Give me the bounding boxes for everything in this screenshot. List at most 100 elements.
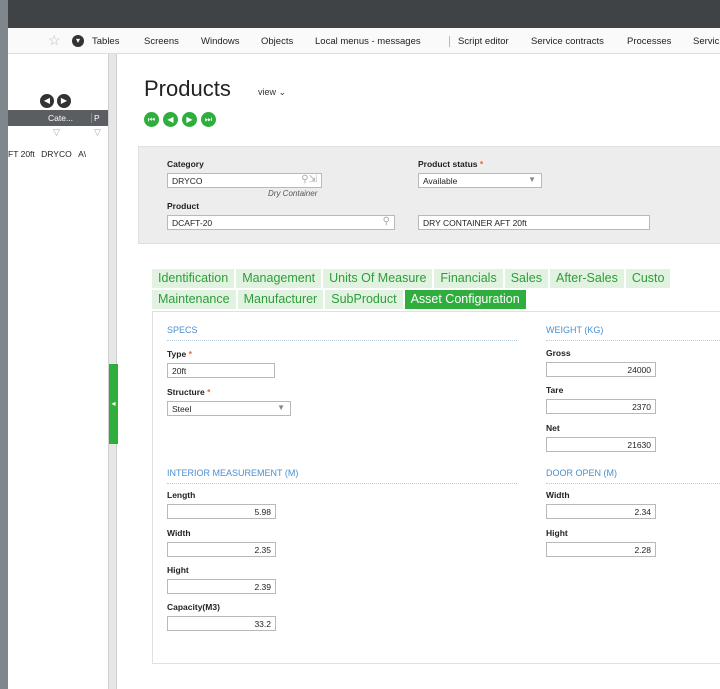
door-hight-value: 2.28	[634, 545, 651, 555]
tab-after-sales[interactable]: After-Sales	[549, 269, 624, 288]
net-field[interactable]: 21630	[546, 437, 656, 452]
category-hint: Dry Container	[268, 189, 318, 198]
list-cell: A\	[78, 149, 87, 159]
door-width-label: Width	[546, 490, 570, 500]
tab-subproduct[interactable]: SubProduct	[325, 290, 403, 309]
menu-item-script-editor[interactable]: Script editor	[458, 36, 509, 47]
list-cell: DRYCO	[41, 149, 72, 159]
list-item[interactable]: FT 20ft DRYCO A\	[8, 149, 108, 159]
product-label: Product	[167, 201, 200, 211]
tab-sales[interactable]: Sales	[504, 269, 548, 288]
structure-value: Steel	[172, 404, 192, 414]
menu-item-services[interactable]: Servic	[693, 36, 719, 47]
tab-manufacturer[interactable]: Manufacturer	[237, 290, 324, 309]
main-content: Products view ⌄ ⏮ ◀ ▶ ⏭ Category DRYCO ⚲⇲ D…	[118, 54, 720, 689]
gross-label: Gross	[546, 348, 571, 358]
section-title-specs: SPECS	[167, 325, 198, 335]
first-record-icon[interactable]: ⏮	[144, 112, 159, 127]
product-field[interactable]: DCAFT-20 ⚲	[167, 215, 395, 230]
length-label: Length	[167, 490, 196, 500]
last-record-icon[interactable]: ⏭	[201, 112, 216, 127]
width-field[interactable]: 2.35	[167, 542, 276, 557]
type-value: 20ft	[172, 366, 187, 376]
tab-identification[interactable]: Identification	[152, 269, 235, 288]
door-hight-field[interactable]: 2.28	[546, 542, 656, 557]
structure-select[interactable]: Steel ▼	[167, 401, 291, 416]
hight-field[interactable]: 2.39	[167, 579, 276, 594]
filter-icon[interactable]: ▽	[94, 127, 101, 138]
capacity-label: Capacity(M3)	[167, 602, 220, 612]
view-label: view	[258, 87, 277, 97]
search-icon[interactable]: ⚲⇲	[301, 174, 317, 185]
gross-field[interactable]: 24000	[546, 362, 656, 377]
menu-item-local-menus[interactable]: Local menus - messages	[315, 36, 421, 47]
collapse-panel-handle[interactable]: ◂	[109, 364, 118, 444]
tare-field[interactable]: 2370	[546, 399, 656, 414]
next-record-icon[interactable]: ▶	[182, 112, 197, 127]
column-header-category[interactable]: Cate...	[48, 113, 73, 123]
length-field[interactable]: 5.98	[167, 504, 276, 519]
width-label: Width	[167, 528, 191, 538]
door-width-field[interactable]: 2.34	[546, 504, 656, 519]
section-title-door: DOOR OPEN (M)	[546, 468, 617, 478]
page-title: Products	[144, 76, 231, 101]
category-field[interactable]: DRYCO ⚲⇲	[167, 173, 322, 188]
panel-splitter[interactable]: ◂	[108, 54, 118, 689]
menu-item-processes[interactable]: Processes	[627, 36, 671, 47]
capacity-field[interactable]: 33.2	[167, 616, 276, 631]
category-value: DRYCO	[172, 176, 203, 186]
tab-management[interactable]: Management	[236, 269, 322, 288]
tab-asset-configuration[interactable]: Asset Configuration	[404, 290, 526, 309]
tare-value: 2370	[632, 402, 651, 412]
product-description-value: DRY CONTAINER AFT 20ft	[423, 218, 527, 228]
tare-label: Tare	[546, 385, 564, 395]
chevron-down-icon: ⌄	[278, 87, 287, 97]
column-header-product[interactable]: P	[91, 113, 100, 123]
type-field[interactable]: 20ft	[167, 363, 275, 378]
tab-maintenance[interactable]: Maintenance	[152, 290, 236, 309]
section-divider	[546, 340, 720, 341]
previous-icon[interactable]: ◀	[40, 94, 54, 108]
capacity-value: 33.2	[254, 619, 271, 629]
structure-label: Structure *	[167, 387, 211, 397]
filter-icon[interactable]: ▽	[53, 127, 60, 138]
menu-item-objects[interactable]: Objects	[261, 36, 293, 47]
record-navigation: ⏮ ◀ ▶ ⏭	[144, 109, 220, 127]
door-hight-label: Hight	[546, 528, 568, 538]
tab-units-of-measure[interactable]: Units Of Measure	[323, 269, 433, 288]
left-list-panel: ◀ ▶ Cate... P ▽ ▽ FT 20ft DRYCO A\	[8, 54, 108, 689]
product-status-label: Product status *	[418, 159, 484, 169]
length-value: 5.98	[254, 507, 271, 517]
favorite-star-icon[interactable]: ☆	[48, 33, 61, 47]
next-icon[interactable]: ▶	[57, 94, 71, 108]
type-label: Type *	[167, 349, 192, 359]
view-dropdown[interactable]: view ⌄	[258, 87, 286, 98]
section-title-weight: WEIGHT (KG)	[546, 325, 604, 335]
section-title-interior: INTERIOR MEASUREMENT (M)	[167, 468, 299, 478]
menu-item-tables[interactable]: Tables	[92, 36, 119, 47]
gross-value: 24000	[627, 365, 651, 375]
menu-item-service-contracts[interactable]: Service contracts	[531, 36, 604, 47]
product-status-select[interactable]: Available ▼	[418, 173, 542, 188]
section-divider	[546, 483, 720, 484]
search-icon[interactable]: ⚲	[383, 216, 390, 227]
category-label: Category	[167, 159, 204, 169]
list-nav: ◀ ▶	[40, 90, 74, 108]
app-window: ☆ ▾ Tables Screens Windows Objects Local…	[8, 0, 720, 689]
title-bar	[8, 0, 720, 28]
section-divider	[167, 340, 517, 341]
chevron-down-icon[interactable]: ▾	[72, 35, 84, 47]
menu-bar: ☆ ▾ Tables Screens Windows Objects Local…	[8, 28, 720, 54]
chevron-down-icon: ▼	[528, 175, 536, 184]
chevron-down-icon: ▼	[277, 403, 285, 412]
list-cell: FT 20ft	[8, 149, 35, 159]
menu-item-windows[interactable]: Windows	[201, 36, 240, 47]
tab-financials[interactable]: Financials	[434, 269, 503, 288]
menu-item-screens[interactable]: Screens	[144, 36, 179, 47]
list-filter-row: ▽ ▽	[8, 126, 108, 140]
section-divider	[167, 483, 517, 484]
previous-record-icon[interactable]: ◀	[163, 112, 178, 127]
product-description-field[interactable]: DRY CONTAINER AFT 20ft	[418, 215, 650, 230]
net-label: Net	[546, 423, 560, 433]
tab-customers[interactable]: Custo	[625, 269, 671, 288]
